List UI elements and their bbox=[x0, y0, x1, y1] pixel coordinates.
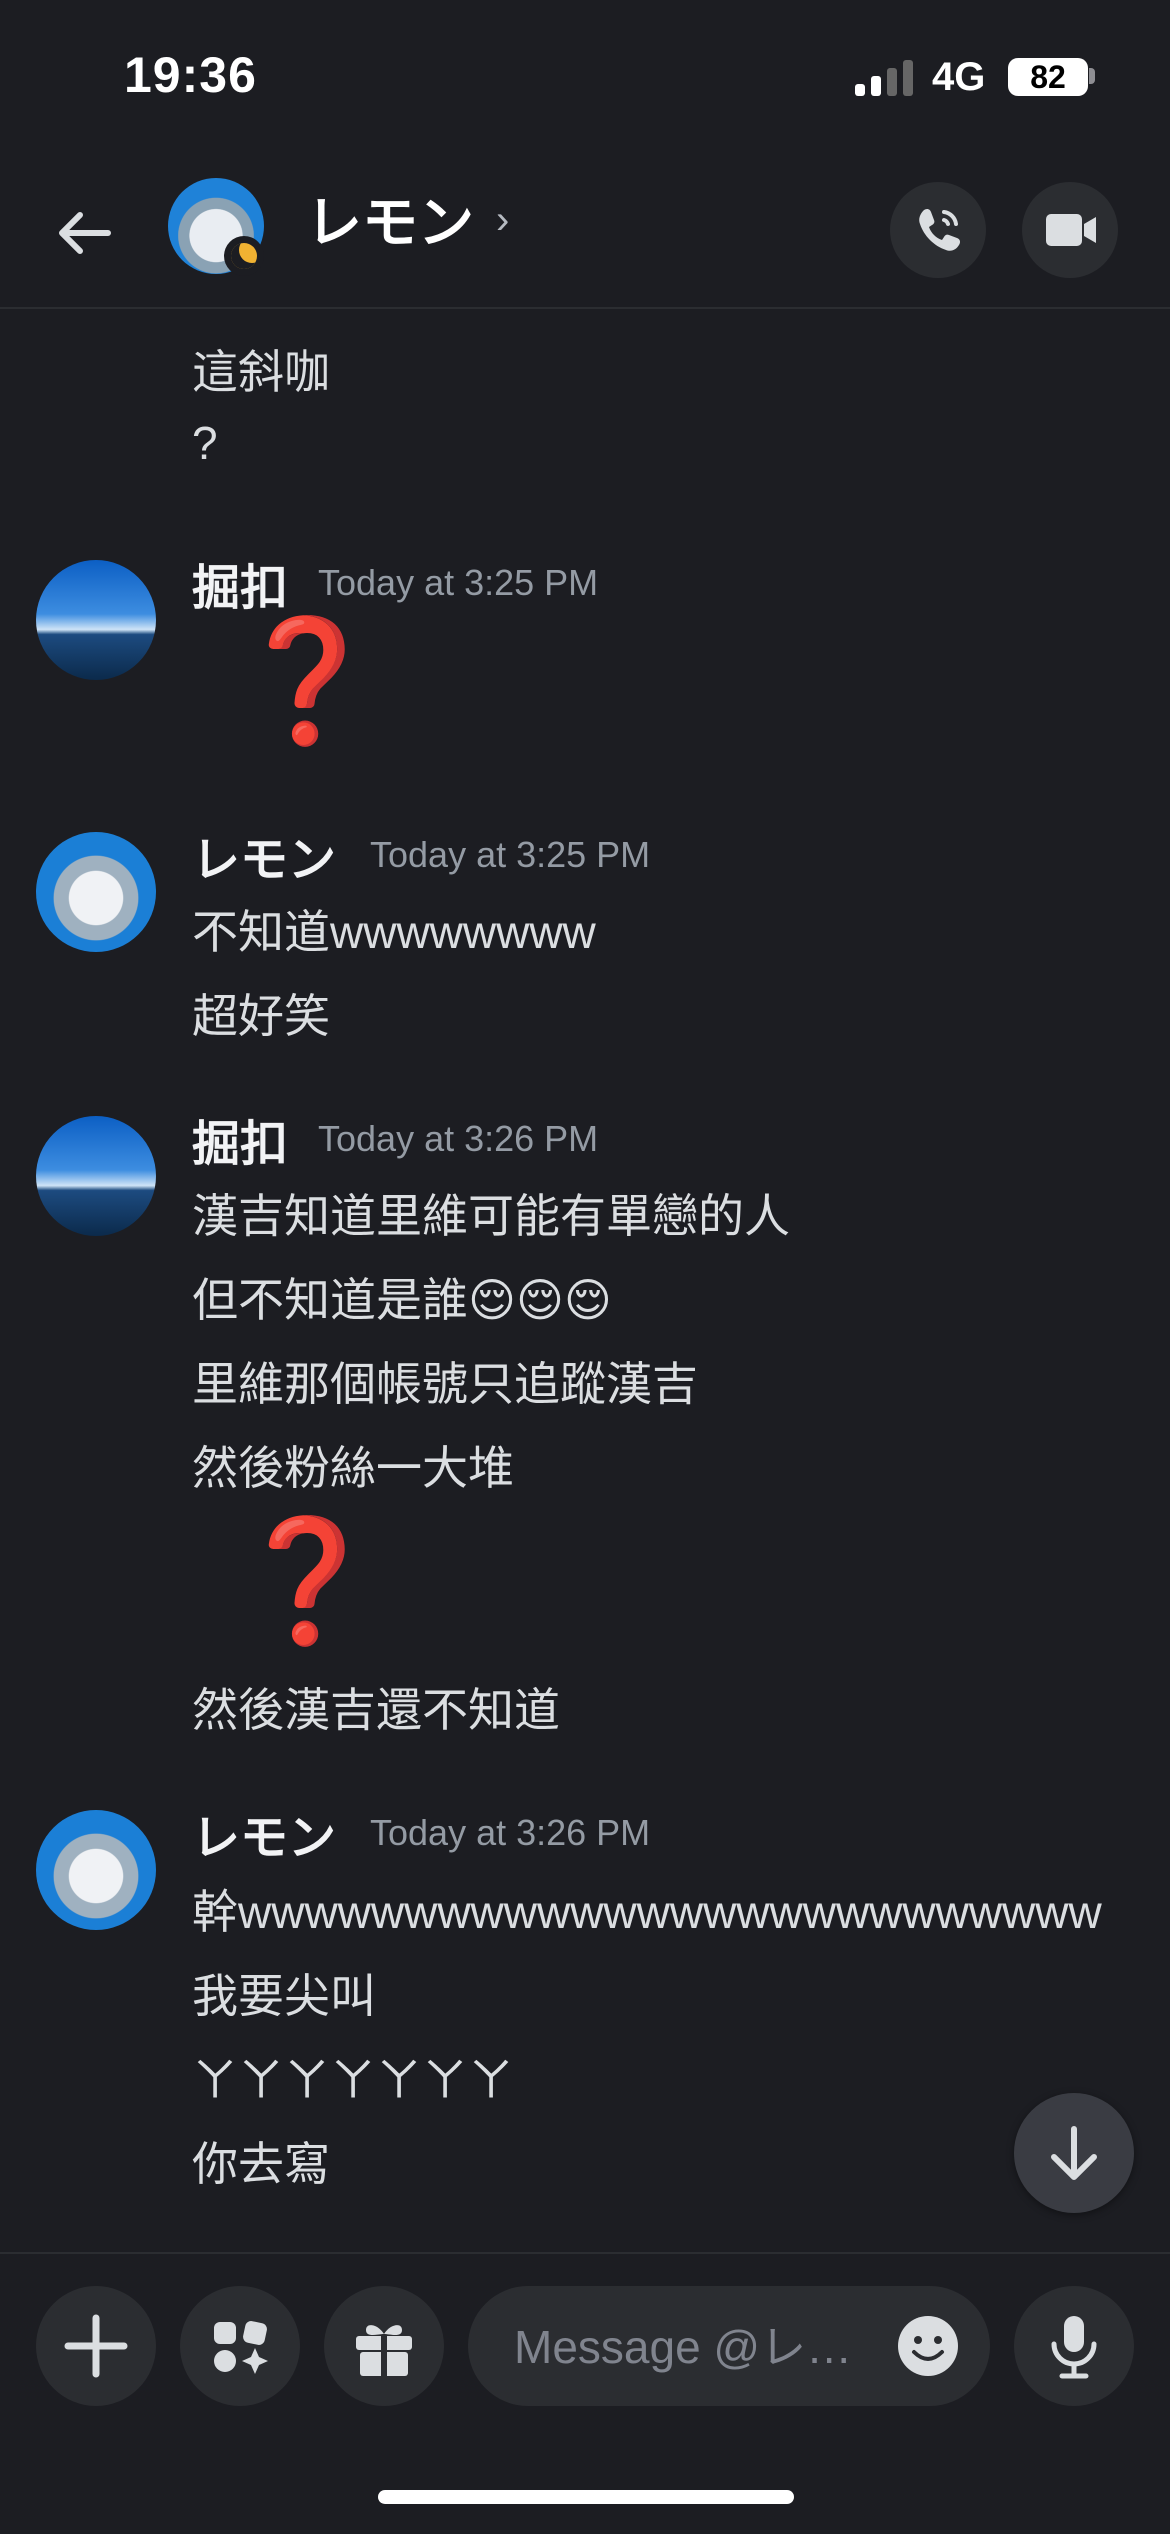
message-author[interactable]: レモン bbox=[192, 1798, 336, 1868]
message-line: 里維那個帳號只追蹤漢吉 bbox=[192, 1358, 698, 1410]
voice-call-button[interactable] bbox=[890, 182, 986, 278]
avatar[interactable] bbox=[36, 560, 156, 680]
message-input[interactable] bbox=[512, 2286, 896, 2408]
question-mark-emoji: ❓ bbox=[232, 610, 382, 751]
battery-icon: 82 bbox=[1008, 58, 1088, 96]
home-indicator[interactable] bbox=[378, 2490, 794, 2504]
back-button[interactable] bbox=[50, 198, 120, 268]
microphone-icon bbox=[1051, 2316, 1097, 2379]
message-timestamp: Today at 3:26 PM bbox=[370, 1812, 651, 1853]
gift-button[interactable] bbox=[324, 2286, 444, 2406]
phone-icon bbox=[919, 208, 961, 251]
message-list[interactable]: 這斜咖 ? 掘扣 Today at 3:25 PM ❓ レモン Today at… bbox=[0, 310, 1170, 2252]
message-line: 然後粉絲一大堆 bbox=[192, 1442, 514, 1494]
message-line: 然後漢吉還不知道 bbox=[192, 1684, 560, 1736]
voice-message-button[interactable] bbox=[1014, 2286, 1134, 2406]
message-line: 我要尖叫 bbox=[192, 1970, 376, 2022]
jump-to-present-button[interactable] bbox=[1014, 2093, 1134, 2213]
message-author[interactable]: 掘扣 bbox=[192, 1104, 288, 1174]
message-line: 超好笑 bbox=[192, 990, 330, 1042]
message-author[interactable]: レモン bbox=[192, 820, 336, 890]
question-mark-emoji: ❓ bbox=[232, 1510, 382, 1651]
message-timestamp: Today at 3:25 PM bbox=[370, 834, 651, 875]
attach-button[interactable] bbox=[36, 2286, 156, 2406]
apps-button[interactable] bbox=[180, 2286, 300, 2406]
battery-level: 82 bbox=[1030, 59, 1066, 95]
message-timestamp: Today at 3:25 PM bbox=[318, 562, 599, 603]
idle-status-icon bbox=[224, 236, 264, 276]
battery-cap bbox=[1089, 68, 1095, 84]
message-line: 這斜咖 bbox=[192, 346, 330, 398]
network-type: 4G bbox=[932, 55, 986, 99]
status-bar: 19:36 4G 82 bbox=[0, 0, 1170, 150]
message-line: ㄚㄚㄚㄚㄚㄚㄚ bbox=[192, 2054, 514, 2106]
apps-icon bbox=[214, 2321, 268, 2374]
message-line: 不知道wwwwwwww bbox=[192, 906, 596, 958]
plus-icon bbox=[64, 2314, 128, 2378]
chevron-right-icon[interactable]: › bbox=[496, 198, 509, 243]
video-call-button[interactable] bbox=[1022, 182, 1118, 278]
status-time: 19:36 bbox=[124, 47, 257, 103]
message-line: 你去寫 bbox=[192, 2138, 330, 2190]
dm-header: レモン › bbox=[0, 150, 1170, 309]
message-author[interactable]: 掘扣 bbox=[192, 548, 288, 618]
message-line: 漢吉知道里維可能有單戀的人 bbox=[192, 1190, 790, 1242]
arrow-left-icon bbox=[59, 212, 111, 254]
cellular-signal-icon bbox=[855, 60, 915, 96]
message-line: ? bbox=[192, 417, 218, 469]
emoji-icon[interactable] bbox=[896, 2314, 960, 2378]
avatar[interactable] bbox=[36, 1810, 156, 1930]
message-input-container[interactable] bbox=[468, 2286, 990, 2408]
avatar[interactable] bbox=[36, 1116, 156, 1236]
video-camera-icon bbox=[1046, 214, 1096, 246]
avatar[interactable] bbox=[36, 832, 156, 952]
message-line: 幹wwwwwwwwwwwwwwwwwwwwwwwwww bbox=[192, 1886, 1102, 1938]
dm-recipient-name[interactable]: レモン bbox=[306, 178, 474, 259]
message-timestamp: Today at 3:26 PM bbox=[318, 1118, 599, 1159]
gift-icon bbox=[356, 2325, 412, 2378]
arrow-down-icon bbox=[1051, 2126, 1097, 2180]
message-line: 但不知道是誰😌😌😌 bbox=[192, 1274, 612, 1326]
